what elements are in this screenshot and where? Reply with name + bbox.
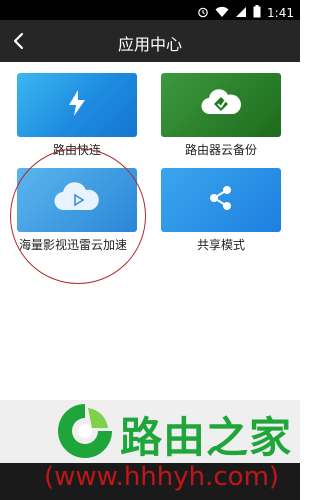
page-title: 应用中心: [117, 35, 182, 54]
watermark-logo-icon: [52, 398, 118, 464]
status-bar: 1:41: [0, 0, 300, 20]
app-label-cloud-backup[interactable]: 路由器云备份: [156, 141, 286, 158]
app-bar: 应用中心: [0, 20, 300, 62]
lightning-icon: [65, 88, 89, 122]
app-tile-share-mode[interactable]: [161, 168, 281, 232]
share-icon: [207, 184, 235, 216]
status-time: 1:41: [267, 5, 294, 20]
app-tile-quick-connect[interactable]: [17, 73, 137, 137]
watermark-title: 路由之家: [120, 413, 293, 462]
app-label-share-mode[interactable]: 共享模式: [156, 236, 286, 253]
app-tile-cloud-backup[interactable]: [161, 73, 281, 137]
highlight-circle: [10, 148, 146, 284]
cloud-backup-icon: [199, 88, 243, 122]
watermark-url: (www.hhhyh.com): [44, 462, 280, 492]
